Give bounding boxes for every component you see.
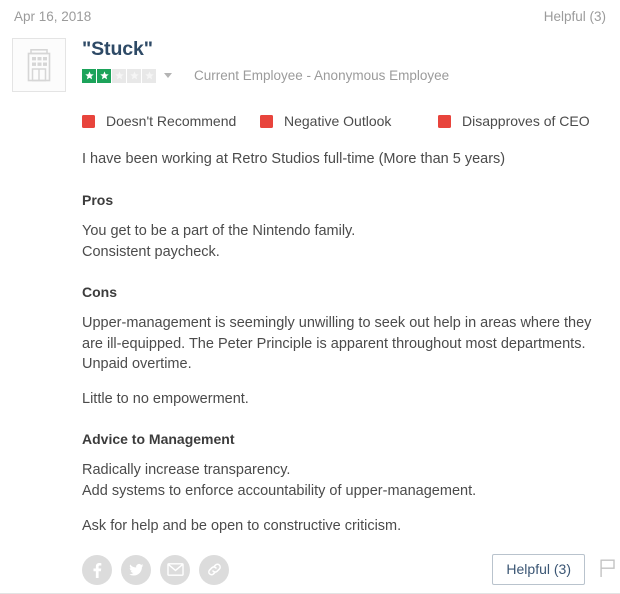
pros-paragraph: You get to be a part of the Nintendo fam… [82,223,356,260]
advice-paragraph: Radically increase transparency. Add sys… [82,462,477,500]
flag-disapproves-ceo: Disapproves of CEO [438,113,590,129]
rating-row: Current Employee - Anonymous Employee [82,68,449,83]
red-square-icon [82,114,95,128]
employment-summary: I have been working at Retro Studios ful… [82,151,506,167]
helpful-button[interactable]: Helpful (3) [492,554,585,585]
star-icon [112,68,126,83]
facebook-icon [89,562,105,578]
review-meta-row: Apr 16, 2018 Helpful (3) [0,0,620,24]
flag-label: Doesn't Recommend [106,113,237,129]
section-cons: Cons Upper-management is seemingly unwil… [82,284,606,409]
office-building-icon [24,48,54,82]
review-footer: Helpful (3) [0,554,620,585]
review-date: Apr 16, 2018 [14,9,92,24]
share-link-button[interactable] [199,554,229,585]
star-icon [127,68,141,83]
section-heading-pros: Pros [82,192,114,209]
red-square-icon [260,114,273,128]
share-facebook-button[interactable] [82,554,112,585]
report-flag-button[interactable] [598,559,616,581]
review-title: "Stuck" [82,38,153,60]
footer-actions: Helpful (3) [492,554,615,585]
star-rating[interactable] [82,68,156,83]
employee-status: Current Employee - Anonymous Employee [194,68,450,84]
red-square-icon [438,114,451,128]
section-heading-cons: Cons [82,284,117,301]
company-logo [12,38,66,92]
advice-paragraph: Ask for help and be open to constructive… [82,517,402,534]
share-twitter-button[interactable] [121,554,151,585]
cons-paragraph: Upper-management is seemingly unwilling … [82,315,592,373]
flag-icon [599,558,615,581]
review-body: Doesn't Recommend Negative Outlook Disap… [0,113,620,536]
review-header: "Stuck" Current Employee - Anonymous Emp… [0,24,620,92]
employer-review-card: Apr 16, 2018 Helpful (3) "Stuck" Current… [0,0,620,594]
section-heading-advice: Advice to Management [82,431,235,448]
link-icon [206,561,223,578]
twitter-icon [128,561,145,578]
share-email-button[interactable] [160,554,190,585]
section-advice: Advice to Management Radically increase … [82,431,606,536]
chevron-down-icon[interactable] [164,73,172,79]
share-buttons [82,554,229,585]
flag-label: Disapproves of CEO [462,113,590,129]
flag-negative-outlook: Negative Outlook [260,113,438,129]
cons-paragraph: Little to no empowerment. [82,390,249,407]
recommendation-flags: Doesn't Recommend Negative Outlook Disap… [82,113,606,129]
flag-doesnt-recommend: Doesn't Recommend [82,113,260,129]
flag-label: Negative Outlook [284,113,392,129]
star-icon [82,68,96,83]
star-icon [142,68,156,83]
email-icon [166,563,184,576]
star-icon [97,68,111,83]
section-pros: Pros You get to be a part of the Nintend… [82,192,606,262]
review-helpful-count: Helpful (3) [543,9,606,24]
review-header-text: "Stuck" Current Employee - Anonymous Emp… [82,37,449,83]
